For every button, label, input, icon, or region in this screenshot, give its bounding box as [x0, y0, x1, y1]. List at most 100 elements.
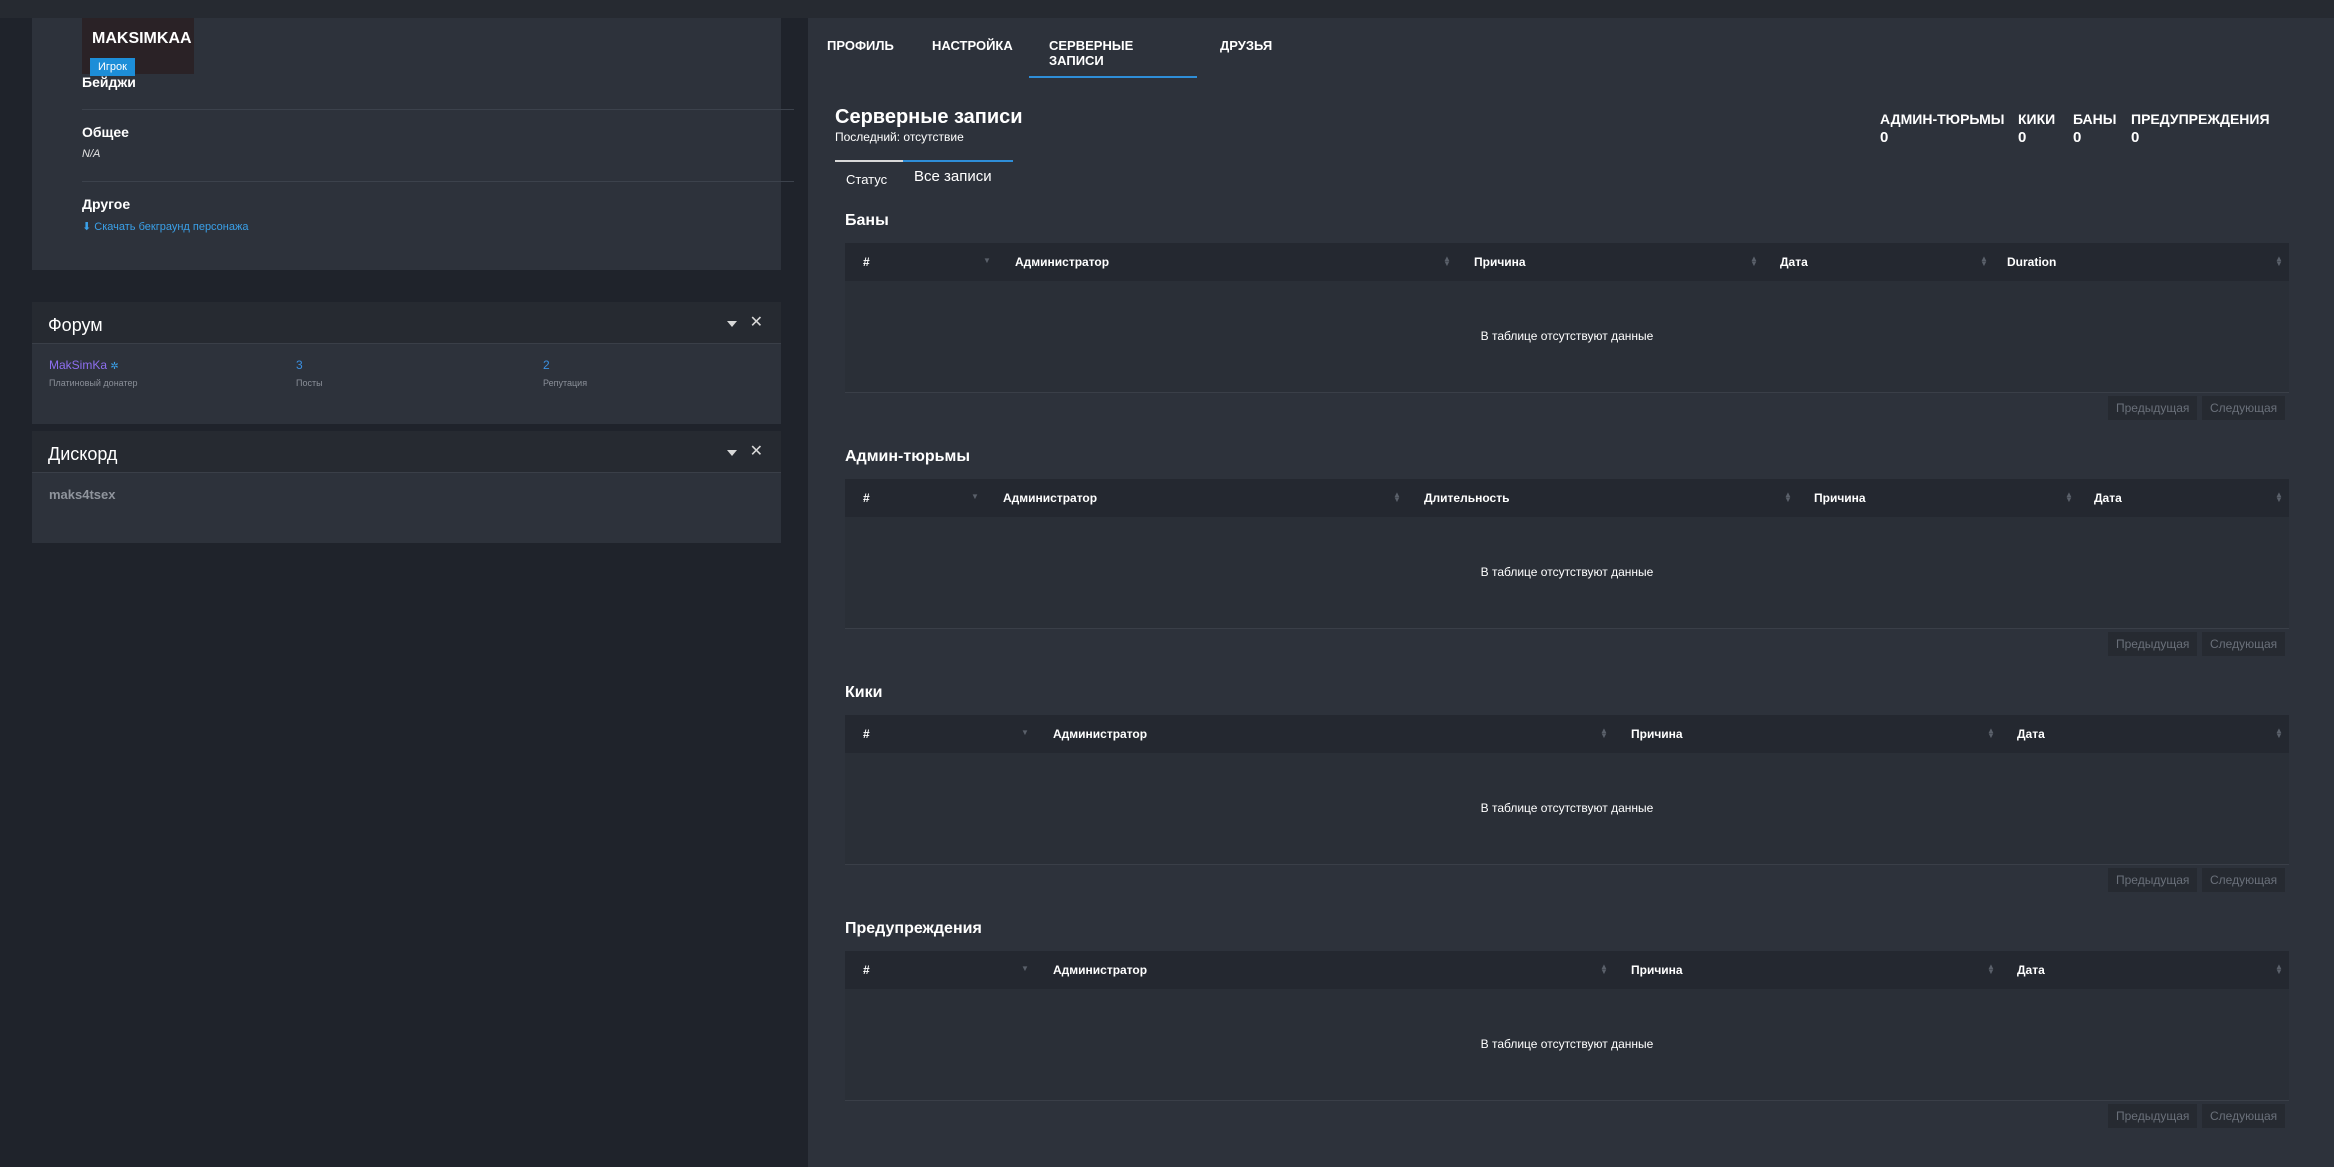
sort-icon: ▲ ▼ [2065, 490, 2073, 504]
sort-icon: ▲ ▼ [1600, 726, 1608, 740]
kicks-title: Кики [845, 684, 883, 701]
empty-message: В таблице отсутствуют данные [1480, 801, 1654, 815]
general-section: Общее N/A [82, 124, 794, 160]
badges-title: Бейджи [82, 74, 136, 90]
next-button[interactable]: Следующая [2202, 1104, 2286, 1128]
other-title: Другое [82, 196, 131, 212]
forum-posts-value[interactable]: 3 [296, 358, 323, 372]
forum-posts: 3 Посты [296, 358, 323, 388]
empty-message: В таблице отсутствуют данные [1480, 329, 1654, 343]
table-header: # ▼ Администратор ▲ ▼ Длительность ▲ ▼ При… [845, 479, 2289, 517]
prev-button[interactable]: Предыдущая [2108, 868, 2198, 892]
table-body: В таблице отсутствуют данные [845, 281, 2289, 393]
column-header[interactable]: # [863, 727, 870, 741]
bans-pager: Предыдущая Следующая [2108, 396, 2290, 420]
forum-rep-label: Репутация [543, 378, 588, 388]
column-header[interactable]: Причина [1631, 727, 1683, 741]
bans-table: # ▼ Администратор ▲ ▼ Причина ▲ ▼ Дата ▲ ▼ … [845, 243, 2289, 393]
subtab-all-records[interactable]: Все записи [914, 168, 992, 185]
general-title: Общее [82, 124, 129, 140]
subtab-indicator [835, 160, 903, 162]
sort-icon: ▲ ▼ [1750, 254, 1758, 268]
forum-username[interactable]: MakSimKa [49, 358, 107, 372]
warnings-title: Предупреждения [845, 920, 982, 937]
stat-kicks: КИКИ 0 [2018, 111, 2055, 146]
tab-friends[interactable]: ДРУЗЬЯ [1220, 38, 1272, 53]
empty-message: В таблице отсутствуют данные [1480, 565, 1654, 579]
column-header[interactable]: Администратор [1003, 491, 1097, 505]
forum-widget: Форум ✕ MakSimKa ✲ Платиновый донатер 3 … [32, 302, 781, 424]
column-header[interactable]: Причина [1474, 255, 1526, 269]
column-header[interactable]: Дата [2094, 491, 2122, 505]
forum-user-rank: Платиновый донатер [49, 378, 138, 388]
forum-user: MakSimKa ✲ Платиновый донатер [49, 358, 138, 388]
column-header[interactable]: Дата [1780, 255, 1808, 269]
close-icon[interactable]: ✕ [750, 312, 763, 332]
discord-widget: Дискорд ✕ maks4tsex [32, 431, 781, 543]
discord-title: Дискорд [48, 444, 118, 464]
column-header[interactable]: Duration [2007, 255, 2056, 269]
subtab-status[interactable]: Статус [846, 172, 887, 187]
table-header: # ▼ Администратор ▲ ▼ Причина ▲ ▼ Дата ▲ ▼ [845, 951, 2289, 989]
stat-value: 0 [2073, 129, 2082, 146]
column-header[interactable]: Администратор [1015, 255, 1109, 269]
stat-label: БАНЫ [2073, 111, 2117, 127]
close-icon[interactable]: ✕ [750, 441, 763, 461]
column-header[interactable]: Дата [2017, 963, 2045, 977]
column-header[interactable]: # [863, 491, 870, 505]
stat-value: 0 [1880, 129, 1889, 146]
records-subtitle: Последний: отсутствие [835, 130, 964, 144]
table-body: В таблице отсутствуют данные [845, 989, 2289, 1101]
column-header[interactable]: # [863, 963, 870, 977]
column-header[interactable]: Дата [2017, 727, 2045, 741]
stat-warnings: ПРЕДУПРЕЖДЕНИЯ 0 [2131, 111, 2270, 146]
table-body: В таблице отсутствуют данные [845, 753, 2289, 865]
admin-jails-title: Админ-тюрьмы [845, 448, 970, 465]
sort-icon: ▲ ▼ [2275, 962, 2283, 976]
column-header[interactable]: Длительность [1424, 491, 1509, 505]
prev-button[interactable]: Предыдущая [2108, 632, 2198, 656]
gear-icon: ✲ [110, 361, 119, 372]
column-header[interactable]: Администратор [1053, 727, 1147, 741]
tab-settings[interactable]: НАСТРОЙКА [932, 38, 1013, 53]
tab-profile[interactable]: ПРОФИЛЬ [827, 38, 894, 53]
divider [82, 109, 794, 110]
collapse-caret-icon[interactable] [727, 321, 737, 327]
sort-icon: ▲ ▼ [1600, 962, 1608, 976]
warnings-pager: Предыдущая Следующая [2108, 1104, 2290, 1128]
sort-icon: ▲ ▼ [1784, 490, 1792, 504]
profile-username: MAKSIMKAA [92, 30, 192, 47]
next-button[interactable]: Следующая [2202, 868, 2286, 892]
discord-username: maks4tsex [49, 487, 116, 502]
forum-rep-value[interactable]: 2 [543, 358, 587, 372]
badges-section: Бейджи [82, 74, 794, 90]
sort-icon: ▲ ▼ [1980, 254, 1988, 268]
column-header[interactable]: Причина [1814, 491, 1866, 505]
sort-icon: ▲ ▼ [2275, 490, 2283, 504]
next-button[interactable]: Следующая [2202, 396, 2286, 420]
collapse-caret-icon[interactable] [727, 450, 737, 456]
forum-widget-header: Форум ✕ [32, 302, 781, 344]
active-tab-indicator [1029, 76, 1197, 78]
kicks-table: # ▼ Администратор ▲ ▼ Причина ▲ ▼ Дата ▲ ▼ … [845, 715, 2289, 865]
bans-title: Баны [845, 212, 889, 229]
top-bar [0, 0, 2334, 18]
sort-icon: ▲ ▼ [1987, 726, 1995, 740]
column-header[interactable]: Администратор [1053, 963, 1147, 977]
stat-label: КИКИ [2018, 111, 2056, 127]
download-background-link[interactable]: ⬇ Скачать бекграунд персонажа [82, 220, 794, 233]
column-header[interactable]: Причина [1631, 963, 1683, 977]
sort-icon: ▼ [983, 256, 991, 265]
table-header: # ▼ Администратор ▲ ▼ Причина ▲ ▼ Дата ▲ ▼ … [845, 243, 2289, 281]
prev-button[interactable]: Предыдущая [2108, 396, 2198, 420]
stat-bans: БАНЫ 0 [2073, 111, 2116, 146]
column-header[interactable]: # [863, 255, 870, 269]
other-section: Другое ⬇ Скачать бекграунд персонажа [82, 196, 794, 233]
table-header: # ▼ Администратор ▲ ▼ Причина ▲ ▼ Дата ▲ ▼ [845, 715, 2289, 753]
profile-card: MAKSIMKAA Игрок Бейджи Общее N/A Другое … [32, 18, 794, 270]
next-button[interactable]: Следующая [2202, 632, 2286, 656]
warnings-table: # ▼ Администратор ▲ ▼ Причина ▲ ▼ Дата ▲ ▼ … [845, 951, 2289, 1101]
server-records-panel: ПРОФИЛЬ НАСТРОЙКА СЕРВЕРНЫЕ ЗАПИСИ ДРУЗЬ… [808, 18, 2334, 1167]
tab-server-records[interactable]: СЕРВЕРНЫЕ ЗАПИСИ [1049, 38, 1133, 68]
prev-button[interactable]: Предыдущая [2108, 1104, 2198, 1128]
